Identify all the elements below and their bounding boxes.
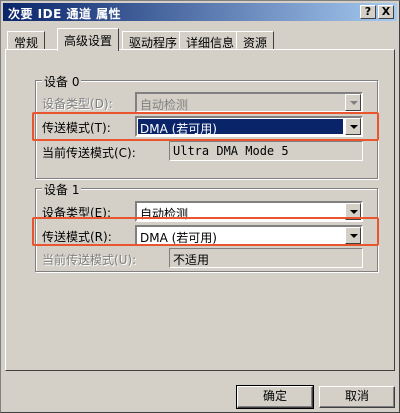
tab-strip: 常规 高级设置 驱动程序 详细信息 资源 <box>5 28 395 51</box>
close-button[interactable]: X <box>378 5 394 19</box>
window-title: 次要 IDE 通道 属性 <box>8 7 122 21</box>
device-1-current-field: 不适用 <box>169 248 363 268</box>
tab-advanced-settings[interactable]: 高级设置 <box>57 28 120 51</box>
device-0-current-label: 当前传送模式(C): <box>42 146 136 160</box>
device-0-title: 设备 0 <box>42 73 82 90</box>
chevron-down-icon[interactable] <box>345 94 361 111</box>
device-1-title: 设备 1 <box>42 181 82 198</box>
device-0-type-label: 设备类型(D): <box>42 97 113 111</box>
device-1-current-value: 不适用 <box>173 253 210 267</box>
title-bar[interactable]: 次要 IDE 通道 属性 ? X <box>3 3 397 21</box>
device-1-current-label: 当前传送模式(U): <box>42 253 137 267</box>
ok-button[interactable]: 确定 <box>236 385 314 409</box>
advanced-settings-panel: 设备 0 设备类型(D): 自动检测 传送模式(T): DMA (若可用) 当前… <box>5 49 395 371</box>
device-0-current-value: Ultra DMA Mode 5 <box>173 144 289 158</box>
transfer-mode-1-highlight <box>32 217 379 246</box>
device-0-type-select[interactable]: 自动检测 <box>135 92 363 113</box>
tab-driver[interactable]: 驱动程序 <box>122 31 185 50</box>
device-0-type-value: 自动检测 <box>140 98 189 112</box>
cancel-button[interactable]: 取消 <box>319 386 395 408</box>
transfer-mode-0-highlight <box>32 112 379 141</box>
help-button[interactable]: ? <box>360 5 376 19</box>
tab-general[interactable]: 常规 <box>7 31 46 50</box>
tab-resources[interactable]: 资源 <box>236 31 275 50</box>
tab-details[interactable]: 详细信息 <box>179 31 242 50</box>
device-0-current-field: Ultra DMA Mode 5 <box>169 141 363 161</box>
properties-dialog: 次要 IDE 通道 属性 ? X 常规 高级设置 驱动程序 详细信息 资源 设备… <box>0 0 400 413</box>
